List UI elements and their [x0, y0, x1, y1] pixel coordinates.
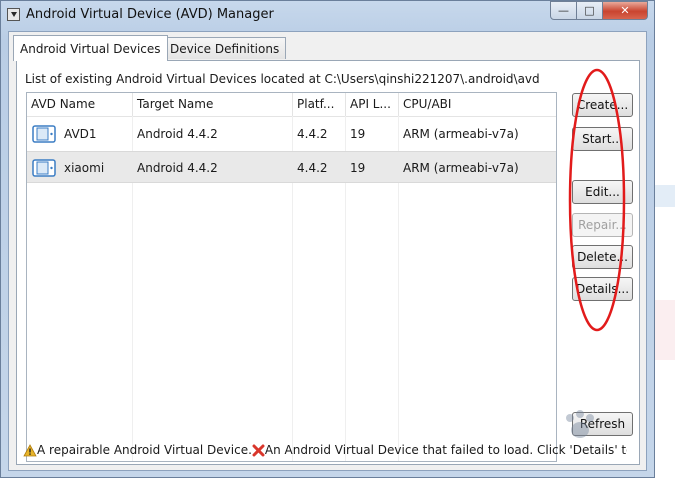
target-name-cell: Android 4.4.2: [137, 127, 218, 141]
minimize-button[interactable]: —: [550, 1, 577, 20]
platform-cell: 4.4.2: [297, 161, 328, 175]
title-bar[interactable]: Android Virtual Device (AVD) Manager — □…: [1, 1, 654, 29]
target-name-cell: Android 4.4.2: [137, 161, 218, 175]
column-header-api-level[interactable]: API L...: [346, 93, 399, 116]
window-title: Android Virtual Device (AVD) Manager: [26, 7, 274, 22]
device-icon: [32, 125, 56, 143]
details-button[interactable]: Details...: [572, 277, 633, 301]
column-header-target-name[interactable]: Target Name: [133, 93, 293, 116]
api-level-cell: 19: [350, 161, 366, 175]
download-icon: [7, 8, 20, 21]
start-button[interactable]: Start...: [572, 127, 633, 151]
avd-manager-window: Android Virtual Device (AVD) Manager — □…: [0, 0, 655, 478]
column-header-cpu-abi[interactable]: CPU/ABI: [399, 93, 556, 116]
avd-location-label: List of existing Android Virtual Devices…: [25, 72, 540, 86]
avd-name-cell: AVD1: [64, 127, 97, 141]
client-area: Android Virtual Devices Device Definitio…: [8, 31, 647, 471]
device-icon: [32, 159, 56, 177]
table-header: AVD Name Target Name Platf... API L... C…: [27, 93, 556, 117]
cpu-abi-cell: ARM (armeabi-v7a): [403, 127, 519, 141]
legend-repairable-text: A repairable Android Virtual Device.: [37, 443, 252, 457]
tab-device-definitions[interactable]: Device Definitions: [163, 37, 287, 59]
repair-button[interactable]: Repair...: [572, 213, 633, 237]
avd-table[interactable]: AVD Name Target Name Platf... API L... C…: [26, 92, 557, 462]
avd-name-cell: xiaomi: [64, 161, 105, 175]
column-header-platform[interactable]: Platf...: [293, 93, 346, 116]
platform-cell: 4.4.2: [297, 127, 328, 141]
edit-button[interactable]: Edit...: [572, 180, 633, 204]
api-level-cell: 19: [350, 127, 366, 141]
create-button[interactable]: Create...: [572, 93, 633, 117]
legend-failed-text: An Android Virtual Device that failed to…: [264, 443, 627, 457]
table-row-selected[interactable]: xiaomi Android 4.4.2 4.4.2 19 ARM (armea…: [27, 151, 556, 183]
tab-android-virtual-devices[interactable]: Android Virtual Devices: [13, 35, 168, 61]
legend-bar: A repairable Android Virtual Device. An …: [23, 438, 627, 462]
delete-button[interactable]: Delete...: [572, 245, 633, 269]
error-x-icon: [252, 444, 265, 456]
baidu-watermark-logo: [566, 410, 594, 438]
table-row[interactable]: AVD1 Android 4.4.2 4.4.2 19 ARM (armeabi…: [27, 118, 556, 150]
warning-icon: [23, 443, 37, 456]
window-controls: — □ ✕: [550, 1, 648, 21]
cpu-abi-cell: ARM (armeabi-v7a): [403, 161, 519, 175]
close-button[interactable]: ✕: [603, 1, 648, 20]
column-header-avd-name[interactable]: AVD Name: [27, 93, 133, 116]
background-bottom: [0, 478, 675, 490]
maximize-button[interactable]: □: [577, 1, 603, 20]
avd-tab-panel: List of existing Android Virtual Devices…: [16, 60, 640, 465]
